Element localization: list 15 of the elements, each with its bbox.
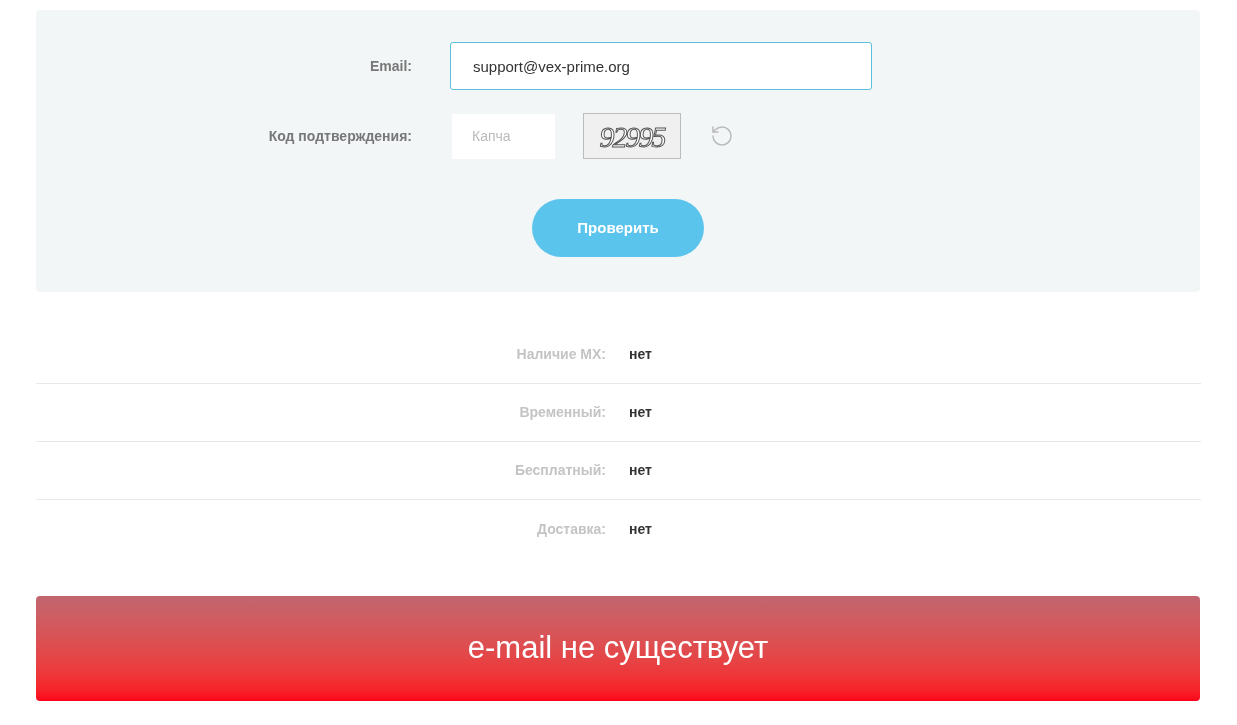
result-label: Бесплатный: xyxy=(513,461,606,480)
captcha-image: 92995 xyxy=(583,113,681,159)
captcha-label: Код подтверждения: xyxy=(267,126,412,146)
result-label: Наличие MX: xyxy=(515,345,606,364)
result-value: нет xyxy=(629,345,652,364)
result-label: Доставка: xyxy=(536,519,606,539)
refresh-icon[interactable] xyxy=(710,124,734,148)
email-label: Email: xyxy=(369,56,412,76)
result-value: нет xyxy=(629,403,652,422)
result-value: нет xyxy=(629,519,652,539)
result-label: Временный: xyxy=(518,403,606,422)
result-value: нет xyxy=(629,461,652,480)
email-field[interactable]: support@vex-prime.org xyxy=(450,42,872,90)
verdict-text: e-mail не существует xyxy=(467,629,769,668)
captcha-field[interactable]: Капча xyxy=(452,113,555,159)
